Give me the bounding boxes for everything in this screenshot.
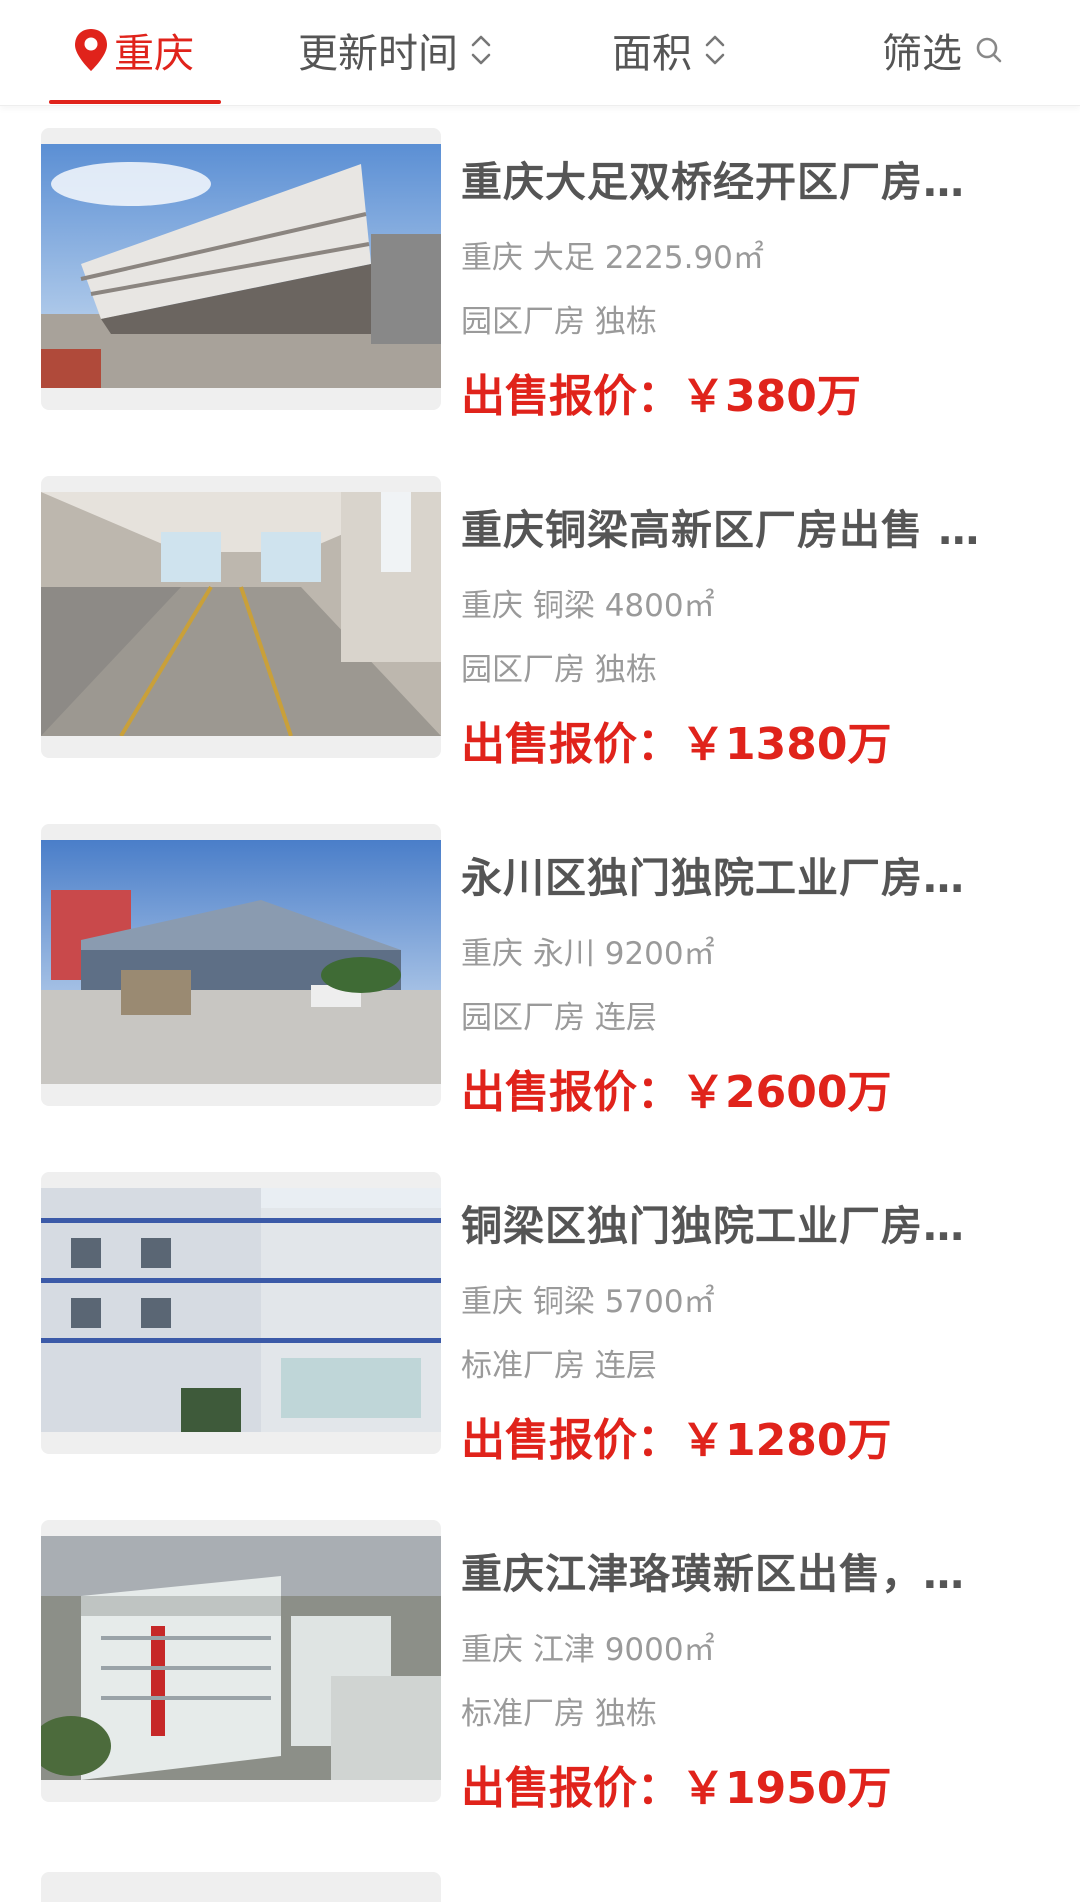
listing-location-area: 重庆 大足 2225.90㎡ [461, 240, 764, 276]
listing-tags: 标准厂房 独栋 [461, 1696, 657, 1732]
sort-arrows-icon [702, 30, 728, 70]
listing-thumbnail [41, 128, 441, 410]
listing-price: 出售报价：￥1280万 [461, 1415, 892, 1466]
listing-location-area: 重庆 铜梁 5700㎡ [461, 1284, 715, 1320]
factory-photo [41, 492, 441, 736]
city-selector[interactable]: 重庆 [72, 0, 194, 100]
sort-arrows-icon [468, 30, 494, 70]
sort-area-tab[interactable]: 面积 [612, 0, 728, 100]
factory-photo [41, 1188, 441, 1432]
filter-label: 筛选 [882, 31, 962, 77]
listing-price: 出售报价：￥1950万 [461, 1763, 892, 1814]
listing-tags: 标准厂房 连层 [461, 1348, 657, 1384]
listing-card[interactable]: 重庆江津珞璜新区出售，… 重庆 江津 9000㎡ 标准厂房 独栋 出售报价：￥1… [0, 1520, 1080, 1820]
factory-photo [41, 840, 441, 1084]
filter-bar: 重庆 更新时间 面积 筛选 [0, 0, 1080, 106]
listing-thumbnail [41, 476, 441, 758]
listing-tags: 园区厂房 连层 [461, 1000, 657, 1036]
location-pin-icon [72, 27, 110, 73]
listing-title[interactable]: 重庆江津珞璜新区出售，… [461, 1540, 1021, 1600]
listing-card[interactable]: 重庆大足双桥经开区厂房… 重庆 大足 2225.90㎡ 园区厂房 独栋 出售报价… [0, 128, 1080, 428]
listing-card[interactable]: 永川区独门独院工业厂房… 重庆 永川 9200㎡ 园区厂房 连层 出售报价：￥2… [0, 824, 1080, 1124]
listing-thumbnail [41, 1520, 441, 1802]
listing-price: 出售报价：￥2600万 [461, 1067, 892, 1118]
listing-title[interactable]: 重庆大足双桥经开区厂房… [461, 148, 1021, 208]
factory-photo [41, 144, 441, 388]
listing-title[interactable]: 永川区独门独院工业厂房… [461, 844, 1021, 904]
next-listing-thumbnail-peek [41, 1872, 441, 1902]
update-time-label: 更新时间 [298, 31, 458, 77]
listing-tags: 园区厂房 独栋 [461, 304, 657, 340]
listing-location-area: 重庆 永川 9200㎡ [461, 936, 715, 972]
listing-thumbnail [41, 1172, 441, 1454]
factory-photo [41, 1536, 441, 1780]
sort-update-time-tab[interactable]: 更新时间 [298, 0, 494, 100]
search-icon [974, 35, 1004, 65]
city-label: 重庆 [114, 31, 194, 77]
listing-title[interactable]: 重庆铜梁高新区厂房出售 … [461, 496, 1021, 556]
listing-price: 出售报价：￥380万 [461, 371, 861, 422]
listing-card[interactable]: 重庆铜梁高新区厂房出售 … 重庆 铜梁 4800㎡ 园区厂房 独栋 出售报价：￥… [0, 476, 1080, 776]
filter-tab[interactable]: 筛选 [882, 0, 1004, 100]
listing-price: 出售报价：￥1380万 [461, 719, 892, 770]
listing-thumbnail [41, 824, 441, 1106]
listing-title[interactable]: 铜梁区独门独院工业厂房… [461, 1192, 1021, 1252]
listing-location-area: 重庆 铜梁 4800㎡ [461, 588, 715, 624]
listing-card[interactable]: 铜梁区独门独院工业厂房… 重庆 铜梁 5700㎡ 标准厂房 连层 出售报价：￥1… [0, 1172, 1080, 1472]
listing-tags: 园区厂房 独栋 [461, 652, 657, 688]
area-label: 面积 [612, 31, 692, 77]
listing-location-area: 重庆 江津 9000㎡ [461, 1632, 715, 1668]
active-tab-underline [49, 100, 221, 104]
